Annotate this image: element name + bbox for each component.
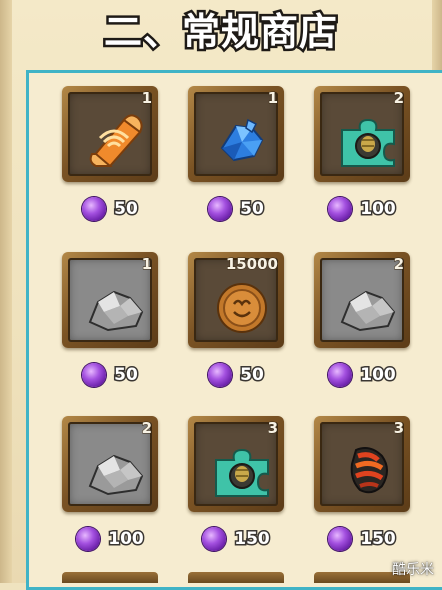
item-price: 100 [62, 524, 158, 554]
item-quantity: 1 [267, 89, 278, 108]
item-slot-background [320, 92, 404, 176]
item-quantity: 1 [141, 255, 152, 274]
item-price: 100 [314, 194, 410, 224]
item-price-value: 50 [113, 364, 140, 387]
grey-ore-icon [88, 454, 144, 496]
purple-gem-icon [76, 527, 101, 551]
next-row-slot-edge [188, 572, 284, 583]
puzzle-piece-icon [215, 448, 269, 497]
purple-gem-icon [328, 197, 353, 221]
blue-crystal-icon [220, 118, 264, 162]
purple-gem-icon [328, 363, 353, 387]
item-slot-frame: 1 [62, 252, 158, 348]
item-slot-frame: 15000 [188, 252, 284, 348]
item-slot-background [194, 92, 278, 176]
item-slot-background [68, 422, 152, 506]
fire-shell-icon [350, 447, 388, 494]
bronze-coin-icon [217, 283, 267, 333]
watermark-logo: 酷乐米 [392, 562, 434, 578]
purple-gem-icon [82, 363, 107, 387]
item-quantity: 3 [393, 419, 404, 438]
purple-gem-icon [328, 527, 353, 551]
grey-ore-icon [88, 290, 144, 332]
item-slot-background [320, 422, 404, 506]
item-quantity: 2 [393, 255, 404, 274]
item-slot-frame: 1 [62, 86, 158, 182]
item-price: 50 [188, 360, 284, 390]
item-slot-frame: 2 [314, 86, 410, 182]
item-slot-background [320, 258, 404, 342]
item-slot-frame: 2 [62, 416, 158, 512]
item-quantity: 15000 [225, 255, 278, 274]
shop-item-grid: 1 50 1 50 2 100 1 50 15000 50 2 100 2 10… [0, 0, 442, 583]
purple-gem-icon [202, 527, 227, 551]
item-price: 150 [188, 524, 284, 554]
item-price-value: 50 [113, 198, 140, 221]
item-slot-background [68, 258, 152, 342]
purple-gem-icon [208, 363, 233, 387]
item-price-value: 150 [359, 528, 397, 551]
item-price: 100 [314, 360, 410, 390]
item-price-value: 100 [107, 528, 145, 551]
item-slot-background [194, 422, 278, 506]
item-price-value: 100 [359, 364, 397, 387]
item-price-value: 150 [233, 528, 271, 551]
grey-ore-icon [340, 290, 396, 332]
item-price-value: 50 [239, 364, 266, 387]
scroll-icon [89, 114, 143, 168]
item-price: 150 [314, 524, 410, 554]
item-slot-frame: 1 [188, 86, 284, 182]
item-price-value: 50 [239, 198, 266, 221]
next-row-slot-edge [62, 572, 158, 583]
item-price-value: 100 [359, 198, 397, 221]
item-quantity: 1 [141, 89, 152, 108]
item-quantity: 2 [141, 419, 152, 438]
item-price: 50 [188, 194, 284, 224]
item-slot-frame: 2 [314, 252, 410, 348]
item-quantity: 2 [393, 89, 404, 108]
purple-gem-icon [208, 197, 233, 221]
item-slot-frame: 3 [188, 416, 284, 512]
item-price: 50 [62, 194, 158, 224]
purple-gem-icon [82, 197, 107, 221]
item-slot-background [68, 92, 152, 176]
item-price: 50 [62, 360, 158, 390]
puzzle-piece-icon [341, 118, 395, 167]
item-quantity: 3 [267, 419, 278, 438]
item-slot-frame: 3 [314, 416, 410, 512]
